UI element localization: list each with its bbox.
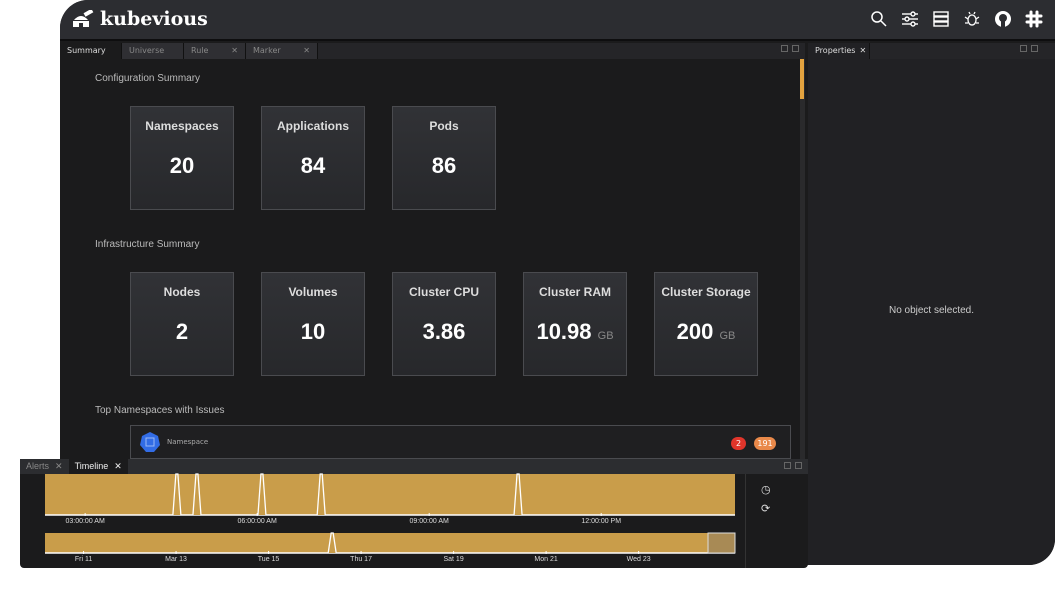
observatory-icon [73, 10, 94, 27]
summary-panel: Configuration Summary Namespaces 20 Appli… [62, 59, 805, 459]
card-value-wrap: 3.86 [393, 319, 495, 345]
card-label: Applications [276, 119, 349, 133]
card-unit: GB [719, 330, 736, 342]
main-tabbar: Summary Universe Rule Editor ✕ Marker Edi… [60, 43, 805, 71]
tab-marker-editor[interactable]: Marker Editor ✕ [246, 43, 318, 71]
card-cluster-cpu[interactable]: Cluster CPU 3.86 [392, 272, 496, 376]
card-label: Pods [429, 119, 459, 133]
overview-tick-label: Mon 21 [534, 556, 558, 563]
overview-tick-label: Fri 11 [74, 556, 93, 563]
tab-label: Marker Editor [253, 46, 281, 71]
card-value: 10.98 [536, 319, 592, 344]
tab-summary[interactable]: Summary [60, 43, 122, 59]
restore-icon[interactable] [781, 45, 788, 52]
card-value-wrap: 86 [393, 153, 495, 179]
tab-label: Properties [815, 46, 856, 55]
history-icon[interactable]: ◷ [761, 483, 771, 496]
card-volumes[interactable]: Volumes 10 [261, 272, 365, 376]
card-nodes[interactable]: Nodes 2 [130, 272, 234, 376]
tab-label: Summary [67, 46, 106, 55]
refresh-icon[interactable]: ⟳ [761, 502, 770, 515]
overview-tick-label: Mar 13 [165, 556, 187, 563]
card-value-wrap: 10.98 GB [524, 319, 626, 345]
card-namespaces[interactable]: Namespaces 20 [130, 106, 234, 210]
tab-label: Rule Editor [191, 46, 215, 71]
card-cluster-ram[interactable]: Cluster RAM 10.98 GB [523, 272, 627, 376]
card-value: 10 [300, 319, 326, 344]
search-icon[interactable] [870, 10, 888, 28]
card-label: Cluster CPU [408, 285, 479, 299]
card-cluster-storage[interactable]: Cluster Storage 200 GB [654, 272, 758, 376]
tab-label: Universe [129, 46, 165, 55]
issues-title: Top Namespaces with Issues [95, 405, 225, 416]
card-label: Cluster RAM [538, 285, 611, 299]
scrollbar[interactable] [800, 59, 805, 459]
error-count-badge: 2 [731, 437, 746, 450]
overview-area [45, 533, 735, 553]
detail-tick-label: 09:00:00 AM [409, 518, 449, 525]
card-label: Volumes [288, 285, 338, 299]
detail-tick-label: 03:00:00 AM [65, 518, 105, 525]
server-icon[interactable] [932, 10, 950, 28]
card-value-wrap: 20 [131, 153, 233, 179]
bug-icon[interactable] [963, 10, 981, 28]
overview-tick-label: Tue 15 [257, 556, 280, 563]
card-label: Cluster Storage [661, 285, 751, 299]
empty-properties-text: No object selected. [888, 305, 975, 316]
restore-icon[interactable] [1020, 45, 1027, 52]
close-icon[interactable]: ✕ [303, 43, 310, 59]
card-value-wrap: 84 [262, 153, 364, 179]
timeline-chart[interactable] [20, 459, 808, 568]
sliders-icon[interactable] [901, 10, 919, 28]
close-icon[interactable]: ✕ [859, 43, 866, 59]
card-unit: GB [597, 330, 614, 342]
slack-icon[interactable] [1025, 10, 1043, 28]
github-icon[interactable] [994, 10, 1012, 28]
card-label: Nodes [163, 285, 201, 299]
card-applications[interactable]: Applications 84 [261, 106, 365, 210]
timeline-panel: Alerts ✕ Timeline ✕ ◷ ⟳ 03:00:00 AM 06:00:0… [20, 459, 808, 568]
detail-tick-label: 12:00:00 PM [581, 518, 622, 525]
tab-properties[interactable]: Properties ✕ [808, 43, 870, 59]
namespace-icon [140, 432, 160, 452]
namespace-issue-row[interactable]: Namespace 2 191 [130, 425, 791, 459]
card-value-wrap: 2 [131, 319, 233, 345]
card-value: 2 [175, 319, 189, 344]
config-summary-title: Configuration Summary [95, 73, 201, 84]
overview-tick-label: Sat 19 [443, 556, 464, 563]
close-icon[interactable]: ✕ [231, 43, 238, 59]
logo[interactable]: kubevious [72, 8, 208, 30]
card-value: 3.86 [422, 319, 466, 344]
warning-count-badge: 191 [754, 437, 776, 450]
maximize-icon[interactable] [1031, 45, 1038, 52]
card-label: Namespaces [145, 119, 219, 133]
properties-panel: No object selected. [808, 59, 1055, 565]
overview-selection[interactable] [707, 532, 736, 554]
infra-summary-title: Infrastructure Summary [95, 239, 200, 250]
overview-tick-label: Thu 17 [350, 556, 372, 563]
overview-tick-label: Wed 23 [626, 556, 651, 563]
card-value: 200 [676, 319, 714, 344]
namespace-name: Namespace [167, 438, 209, 446]
close-panel-icon[interactable] [1042, 45, 1049, 52]
card-value: 86 [431, 153, 457, 178]
header: kubevious [60, 0, 1055, 41]
maximize-icon[interactable] [792, 45, 799, 52]
app-title: kubevious [100, 8, 208, 30]
tab-rule-editor[interactable]: Rule Editor ✕ [184, 43, 246, 71]
tab-universe[interactable]: Universe [122, 43, 184, 59]
properties-tabbar: Properties ✕ [808, 43, 1055, 59]
card-value-wrap: 200 GB [655, 319, 757, 345]
card-pods[interactable]: Pods 86 [392, 106, 496, 210]
card-value: 84 [300, 153, 326, 178]
card-value-wrap: 10 [262, 319, 364, 345]
scrollbar-thumb[interactable] [800, 59, 804, 99]
card-value: 20 [169, 153, 195, 178]
detail-tick-label: 06:00:00 AM [237, 518, 277, 525]
detail-area [45, 474, 735, 515]
